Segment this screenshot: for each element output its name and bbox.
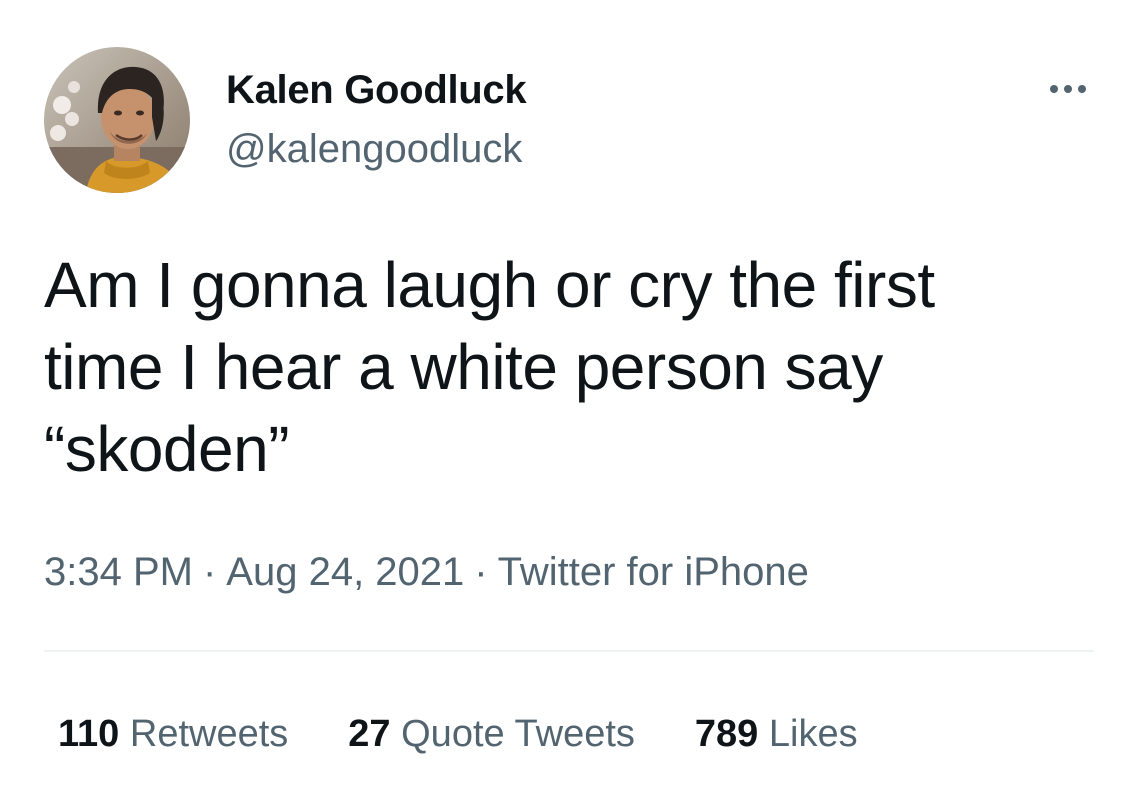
retweets-label: Retweets <box>129 713 289 755</box>
likes-label: Likes <box>768 713 858 755</box>
tweet-date[interactable]: Aug 24, 2021 <box>226 550 464 594</box>
more-horizontal-icon <box>1050 85 1058 93</box>
more-horizontal-icon-dot <box>1064 85 1072 93</box>
meta-separator: · <box>474 550 488 594</box>
quote-tweets-count: 27 <box>348 713 391 755</box>
meta-separator: · <box>202 550 217 594</box>
author-handle[interactable]: @kalengoodluck <box>226 125 522 173</box>
retweets-stat[interactable]: 110 Retweets <box>58 710 288 758</box>
author-avatar[interactable] <box>44 47 190 193</box>
tweet-metadata: 3:34 PM · Aug 24, 2021 · Twitter for iPhone <box>44 548 809 596</box>
quote-tweets-label: Quote Tweets <box>401 713 635 755</box>
divider <box>44 650 1094 652</box>
tweet-time[interactable]: 3:34 PM <box>44 550 193 594</box>
avatar-photo <box>44 47 190 193</box>
tweet-stats: 110 Retweets 27 Quote Tweets 789 Likes <box>58 710 858 758</box>
tweet-source[interactable]: Twitter for iPhone <box>498 550 809 594</box>
likes-count: 789 <box>694 713 759 755</box>
more-options-button[interactable] <box>1040 72 1096 106</box>
quote-tweets-stat[interactable]: 27 Quote Tweets <box>348 710 635 758</box>
author-name[interactable]: Kalen Goodluck <box>226 66 527 114</box>
retweets-count: 110 <box>58 713 120 755</box>
tweet-text: Am I gonna laugh or cry the first time I… <box>44 249 935 485</box>
tweet-card: Kalen Goodluck @kalengoodluck Am I gonna… <box>0 0 1134 804</box>
more-horizontal-icon-dot <box>1078 85 1086 93</box>
likes-stat[interactable]: 789 Likes <box>695 710 858 758</box>
